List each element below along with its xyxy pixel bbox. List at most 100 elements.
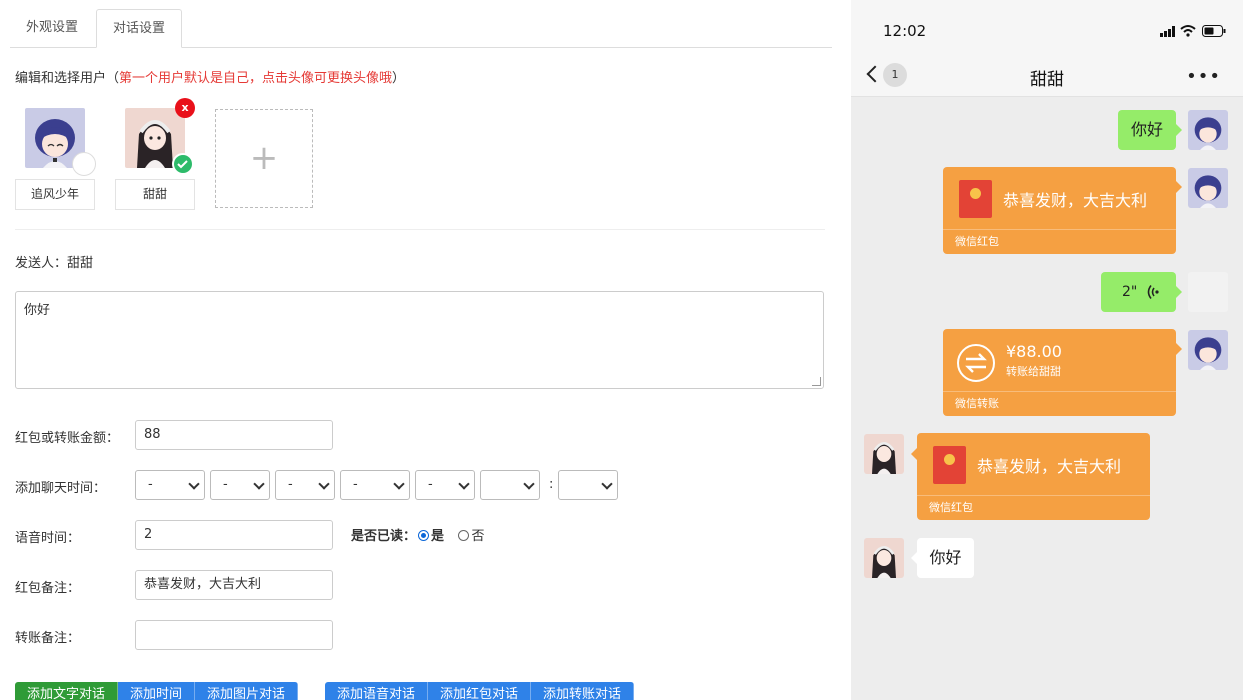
chat-message-text-sent: 你好: [1118, 110, 1176, 150]
transfer-note-label: 转账备注：: [15, 631, 81, 646]
chat-redpacket-received: 恭喜发财，大吉大利 微信红包: [917, 433, 1150, 520]
transfer-desc: 转账给甜甜: [1006, 365, 1061, 378]
chat-avatar-boy: [1188, 330, 1228, 370]
chevron-down-icon: [318, 478, 330, 490]
chat-message-text-received: 你好: [917, 538, 974, 578]
hint-prefix: 编辑和选择用户（: [15, 71, 120, 86]
voice-duration: 2": [1122, 284, 1138, 300]
redpacket-text: 恭喜发财，大吉大利: [977, 457, 1122, 476]
read-yes-radio[interactable]: [418, 530, 430, 541]
voice-label: 语音时间：: [15, 531, 81, 546]
delete-user-button[interactable]: x: [175, 98, 195, 118]
amount-label: 红包或转账金额：: [15, 431, 120, 446]
transfer-amount: ¥88.00: [1006, 342, 1062, 361]
weekday-select-value: -: [353, 477, 358, 492]
year-select-value: -: [148, 477, 153, 492]
battery-icon: [1202, 25, 1226, 37]
transfer-icon: [957, 344, 995, 382]
sender-name: 甜甜: [67, 256, 94, 271]
day-select[interactable]: -: [275, 470, 335, 500]
add-time-button[interactable]: 添加时间: [118, 682, 196, 700]
settings-tabs: 外观设置 对话设置: [10, 9, 832, 48]
sender-line: 发送人：甜甜: [15, 252, 93, 271]
read-status: 是否已读： 是 否: [351, 525, 484, 544]
resize-handle-icon[interactable]: [812, 377, 821, 386]
divider: [15, 229, 825, 230]
bubble-tail: [1176, 181, 1182, 193]
read-no-label: 否: [471, 529, 485, 544]
card-divider: [917, 495, 1150, 496]
chat-header: 1 甜甜 •••: [851, 56, 1243, 97]
sender-label: 发送人：: [15, 256, 68, 271]
time-label: 添加聊天时间：: [15, 481, 107, 496]
transfer-footer: 微信转账: [955, 397, 999, 410]
hint-red-text: 第一个用户默认是自己，点击头像可更换头像哦: [119, 71, 393, 86]
bubble-tail: [1176, 124, 1182, 136]
amount-input[interactable]: 88: [135, 420, 333, 450]
add-image-dialog-button[interactable]: 添加图片对话: [195, 682, 299, 700]
card-divider: [943, 229, 1176, 230]
chat-avatar-boy: [1188, 168, 1228, 208]
period-select-value: -: [428, 477, 433, 492]
redpacket-text: 恭喜发财，大吉大利: [1003, 191, 1148, 210]
chevron-down-icon: [253, 478, 265, 490]
chat-voice-sent: 2": [1101, 272, 1176, 312]
plus-icon: +: [249, 138, 279, 178]
more-icon[interactable]: •••: [1186, 66, 1221, 87]
chat-title: 甜甜: [1030, 70, 1064, 90]
add-voice-dialog-button[interactable]: 添加语音对话: [325, 682, 429, 700]
phone-preview: 12:02 1 甜甜 ••• 你好 恭喜发财，大吉大利 微信红包 2" ¥88.…: [851, 0, 1243, 700]
read-no-radio[interactable]: [458, 530, 470, 541]
add-text-dialog-button[interactable]: 添加文字对话: [15, 682, 119, 700]
read-yes-label: 是: [431, 529, 445, 544]
tab-dialog[interactable]: 对话设置: [96, 9, 183, 48]
chat-avatar-boy: [1188, 110, 1228, 150]
user-name-1[interactable]: 追风少年: [15, 179, 95, 210]
bubble-tail: [1176, 343, 1182, 355]
status-time: 12:02: [883, 22, 927, 40]
button-group-1: 添加文字对话 添加时间 添加图片对话: [15, 682, 299, 700]
chat-redpacket-sent: 恭喜发财，大吉大利 微信红包: [943, 167, 1176, 254]
status-bar: 12:02: [851, 0, 1243, 56]
bubble-tail: [1176, 286, 1182, 298]
select-indicator[interactable]: [72, 152, 96, 176]
chevron-down-icon: [188, 478, 200, 490]
card-divider: [943, 391, 1176, 392]
add-user-button[interactable]: +: [215, 109, 313, 208]
chevron-down-icon: [523, 478, 535, 490]
chat-transfer-sent: ¥88.00 转账给甜甜 微信转账: [943, 329, 1176, 416]
wifi-icon: [1180, 25, 1196, 37]
period-select[interactable]: -: [415, 470, 475, 500]
month-select[interactable]: -: [210, 470, 270, 500]
redpacket-note-input[interactable]: 恭喜发财，大吉大利: [135, 570, 333, 600]
year-select[interactable]: -: [135, 470, 205, 500]
add-transfer-dialog-button[interactable]: 添加转账对话: [531, 682, 635, 700]
redpacket-note-label: 红包备注：: [15, 581, 81, 596]
hour-select[interactable]: [480, 470, 540, 500]
transfer-note-input[interactable]: [135, 620, 333, 650]
minute-select[interactable]: [558, 470, 618, 500]
broken-image-avatar-icon: [1188, 272, 1228, 312]
user-name-2[interactable]: 甜甜: [115, 179, 195, 210]
message-text: 你好: [24, 303, 51, 318]
chevron-down-icon: [601, 478, 613, 490]
redpacket-icon: [933, 446, 966, 484]
chat-avatar-girl: [864, 434, 904, 474]
chevron-down-icon: [458, 478, 470, 490]
button-group-2: 添加语音对话 添加红包对话 添加转账对话: [325, 682, 635, 700]
chevron-down-icon: [393, 478, 405, 490]
time-colon: :: [549, 477, 554, 492]
user-edit-hint: 编辑和选择用户（第一个用户默认是自己，点击头像可更换头像哦）: [15, 67, 405, 86]
message-textarea[interactable]: 你好: [15, 291, 824, 389]
read-label: 是否已读：: [351, 529, 417, 544]
month-select-value: -: [223, 477, 228, 492]
voice-wave-icon: [1147, 285, 1159, 299]
check-icon: [172, 153, 194, 175]
signal-icon: [1160, 26, 1175, 37]
hint-suffix: ）: [392, 71, 406, 86]
day-select-value: -: [288, 477, 293, 492]
add-redpacket-dialog-button[interactable]: 添加红包对话: [428, 682, 532, 700]
tab-appearance[interactable]: 外观设置: [10, 9, 94, 46]
weekday-select[interactable]: -: [340, 470, 410, 500]
voice-duration-input[interactable]: 2: [135, 520, 333, 550]
